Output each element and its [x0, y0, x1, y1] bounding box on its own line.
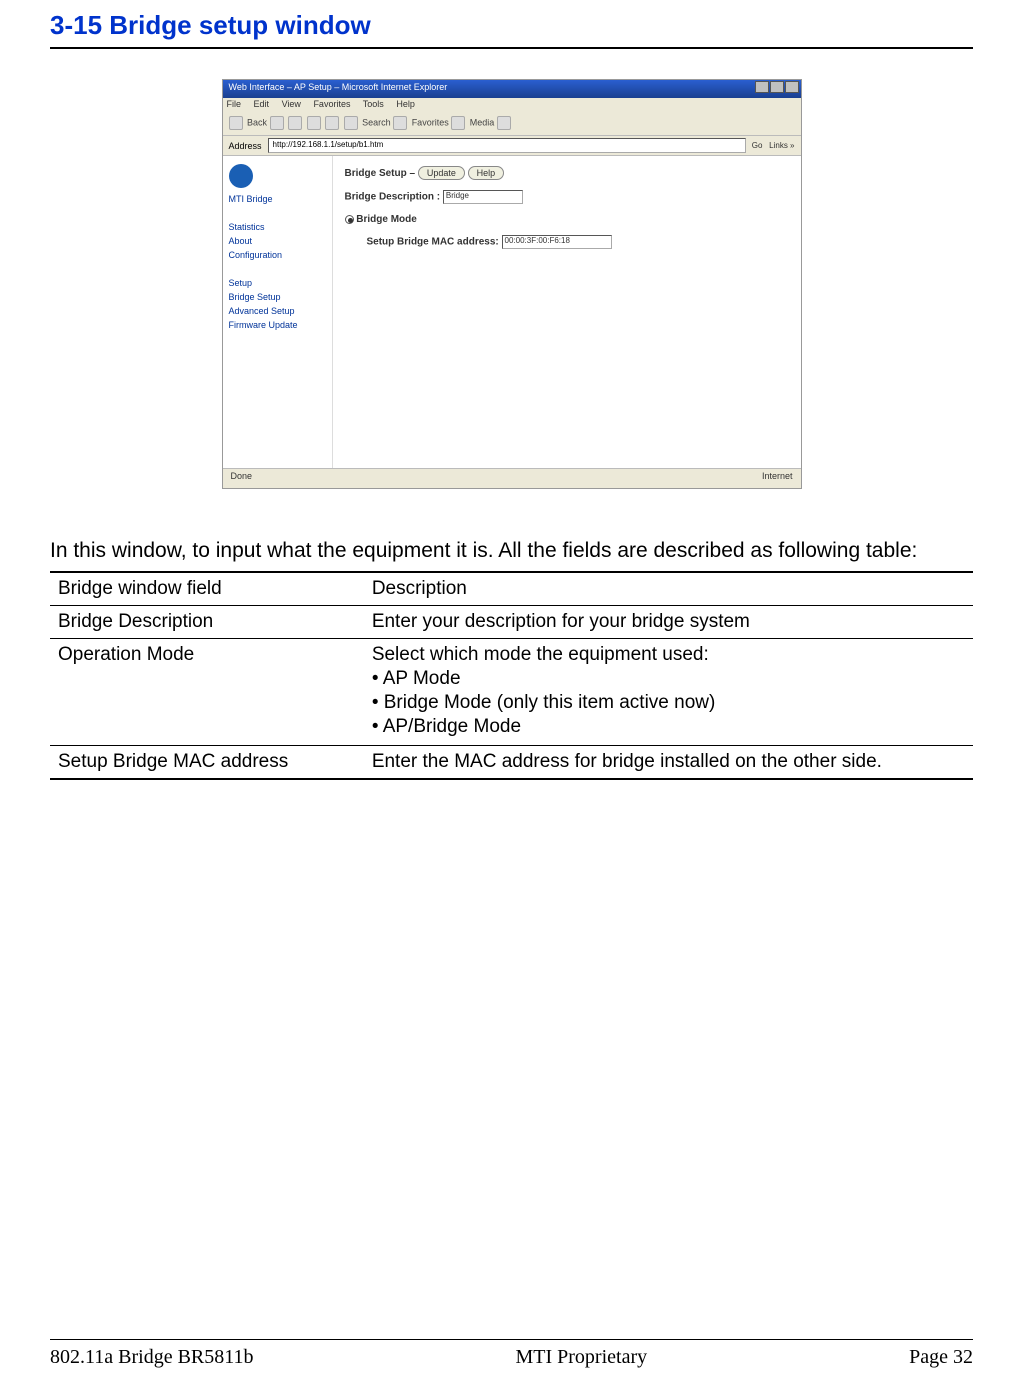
update-button[interactable]: Update [418, 166, 465, 180]
sidebar: MTI Bridge Statistics About Configuratio… [223, 156, 333, 468]
sidebar-bridge-setup[interactable]: Bridge Setup [229, 292, 326, 302]
go-button[interactable]: Go [752, 141, 763, 150]
links-label[interactable]: Links [769, 141, 788, 150]
sidebar-about[interactable]: About [229, 236, 326, 246]
maximize-icon[interactable] [770, 81, 784, 93]
list-item: Bridge Mode (only this item active now) [372, 692, 965, 714]
toolbar-back-label: Back [247, 117, 267, 127]
header-desc: Description [364, 572, 973, 606]
footer-left: 802.11a Bridge BR5811b [50, 1346, 254, 1369]
close-icon[interactable] [785, 81, 799, 93]
address-label: Address [229, 141, 262, 151]
window-title-text: Web Interface – AP Setup – Microsoft Int… [229, 82, 448, 92]
favorites-icon[interactable] [393, 116, 407, 130]
search-icon[interactable] [344, 116, 358, 130]
main-panel: Bridge Setup – Update Help Bridge Descri… [333, 156, 801, 468]
stop-icon[interactable] [288, 116, 302, 130]
page-footer: 802.11a Bridge BR5811b MTI Proprietary P… [50, 1339, 973, 1369]
toolbar-search-label: Search [362, 117, 391, 127]
status-bar: Done Internet [223, 468, 801, 488]
cell-field: Bridge Description [50, 606, 364, 639]
sidebar-statistics[interactable]: Statistics [229, 222, 326, 232]
intro-text: In this window, to input what the equipm… [50, 539, 973, 563]
status-done: Done [231, 471, 253, 486]
menu-bar: File Edit View Favorites Tools Help [223, 98, 801, 114]
table-row: Setup Bridge MAC address Enter the MAC a… [50, 746, 973, 780]
screenshot-container: Web Interface – AP Setup – Microsoft Int… [50, 79, 973, 489]
toolbar: Back Search Favorites Media [223, 114, 801, 136]
browser-window: Web Interface – AP Setup – Microsoft Int… [222, 79, 802, 489]
toolbar-media-label: Media [470, 117, 495, 127]
address-bar: Address http://192.168.1.1/setup/b1.htm … [223, 136, 801, 156]
table-row: Operation Mode Select which mode the equ… [50, 639, 973, 746]
home-icon[interactable] [325, 116, 339, 130]
table-row: Bridge Description Enter your descriptio… [50, 606, 973, 639]
cell-field: Operation Mode [50, 639, 364, 746]
section-heading: 3-15 Bridge setup window [50, 10, 973, 49]
media-icon[interactable] [451, 116, 465, 130]
back-icon[interactable] [229, 116, 243, 130]
sidebar-brand[interactable]: MTI Bridge [229, 194, 326, 204]
footer-center: MTI Proprietary [515, 1346, 647, 1369]
list-item: AP Mode [372, 668, 965, 690]
bridge-desc-label: Bridge Description : [345, 192, 441, 203]
menu-favorites[interactable]: Favorites [313, 99, 350, 109]
bridge-mode-label: Bridge Mode [356, 214, 417, 225]
footer-right: Page 32 [909, 1346, 973, 1369]
sidebar-advanced-setup[interactable]: Advanced Setup [229, 306, 326, 316]
toolbar-favorites-label: Favorites [412, 117, 449, 127]
cell-desc: Enter your description for your bridge s… [364, 606, 973, 639]
window-titlebar: Web Interface – AP Setup – Microsoft Int… [223, 80, 801, 98]
table-header-row: Bridge window field Description [50, 572, 973, 606]
sidebar-configuration[interactable]: Configuration [229, 250, 326, 260]
sidebar-firmware-update[interactable]: Firmware Update [229, 320, 326, 330]
cell-desc: Enter the MAC address for bridge install… [364, 746, 973, 780]
header-field: Bridge window field [50, 572, 364, 606]
menu-help[interactable]: Help [396, 99, 415, 109]
bridge-desc-input[interactable]: Bridge [443, 190, 523, 204]
page-title: Bridge Setup – [345, 168, 416, 179]
minimize-icon[interactable] [755, 81, 769, 93]
menu-edit[interactable]: Edit [254, 99, 270, 109]
list-item: AP/Bridge Mode [372, 716, 965, 738]
sidebar-setup[interactable]: Setup [229, 278, 326, 288]
menu-tools[interactable]: Tools [363, 99, 384, 109]
history-icon[interactable] [497, 116, 511, 130]
brand-logo-icon [229, 164, 253, 188]
help-button[interactable]: Help [468, 166, 505, 180]
bridge-mode-radio[interactable] [345, 215, 354, 224]
field-description-table: Bridge window field Description Bridge D… [50, 571, 973, 780]
mode-list: AP Mode Bridge Mode (only this item acti… [372, 668, 965, 738]
address-input[interactable]: http://192.168.1.1/setup/b1.htm [268, 138, 746, 153]
refresh-icon[interactable] [307, 116, 321, 130]
bridge-mac-input[interactable]: 00:00:3F:00:F6:18 [502, 235, 612, 249]
cell-desc-intro: Select which mode the equipment used: [372, 644, 709, 665]
menu-view[interactable]: View [282, 99, 301, 109]
status-zone: Internet [762, 471, 793, 486]
cell-desc: Select which mode the equipment used: AP… [364, 639, 973, 746]
forward-icon[interactable] [270, 116, 284, 130]
cell-field: Setup Bridge MAC address [50, 746, 364, 780]
bridge-mac-label: Setup Bridge MAC address: [367, 237, 499, 248]
menu-file[interactable]: File [227, 99, 242, 109]
